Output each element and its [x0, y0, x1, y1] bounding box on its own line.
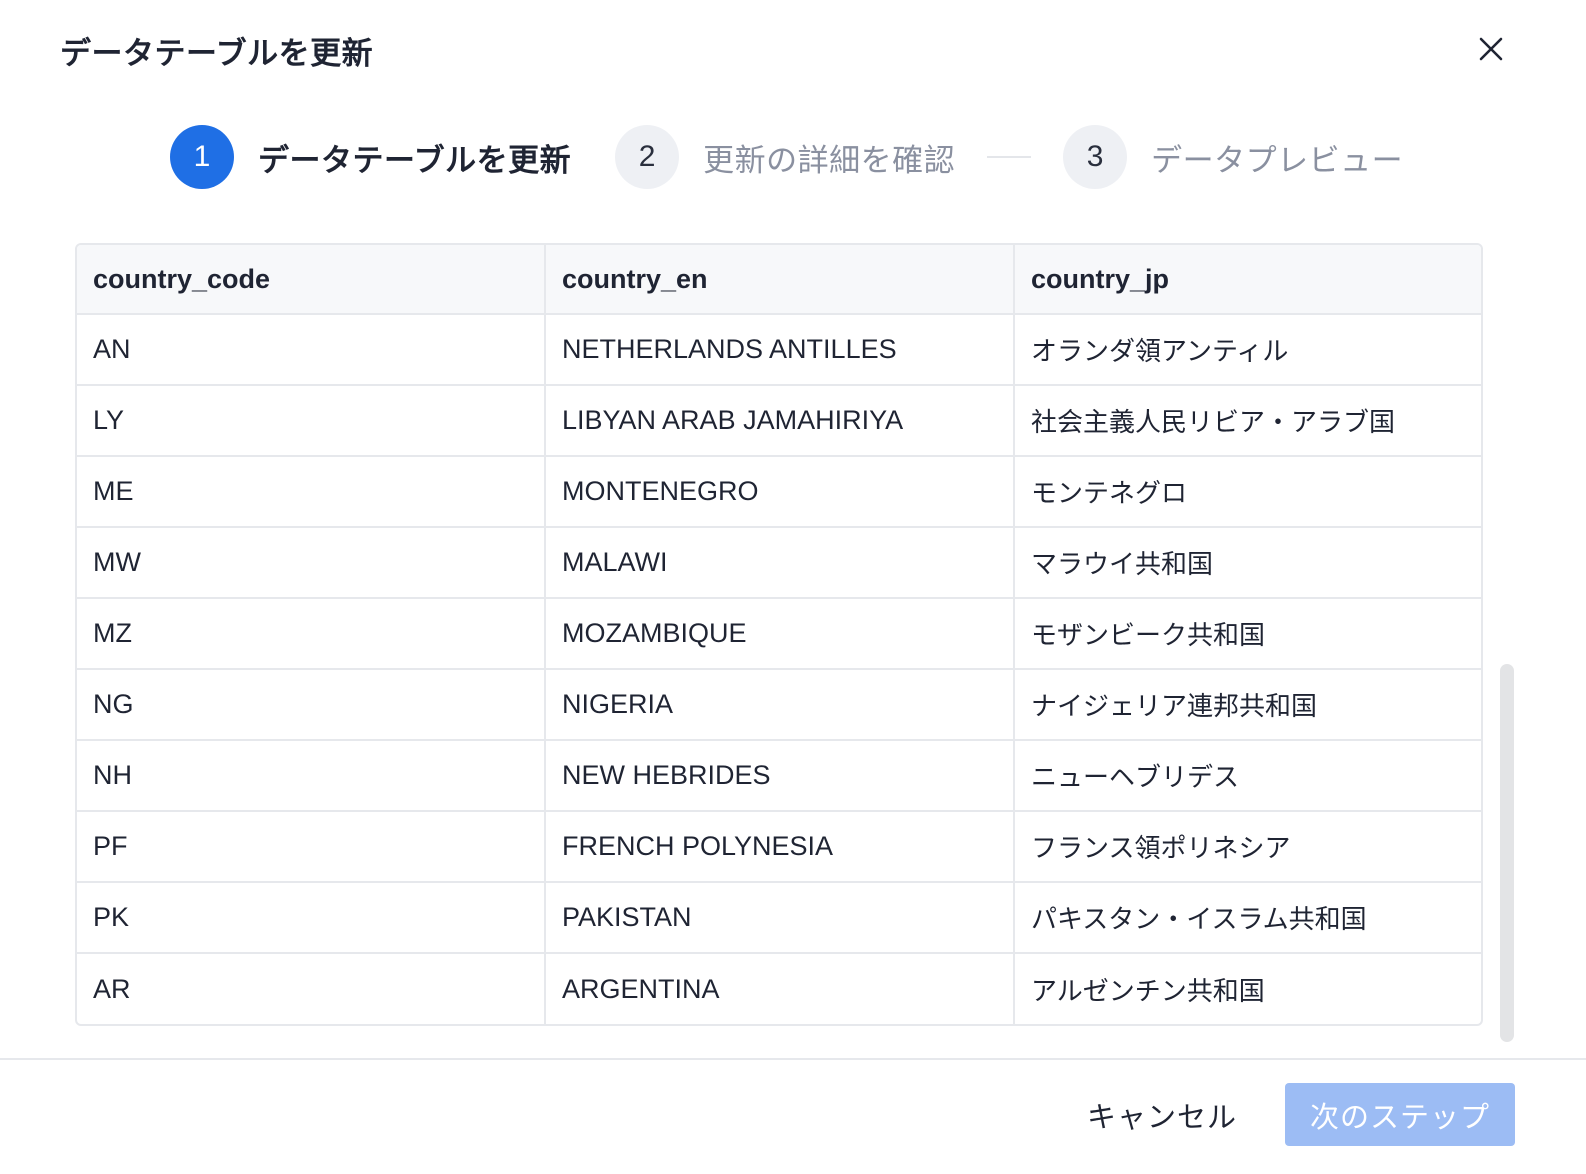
table-cell-country-code: MW [77, 527, 546, 599]
table-cell-country-jp: ナイジェリア連邦共和国 [1014, 669, 1481, 741]
step-2-number: 2 [615, 125, 680, 189]
table-cell-country-jp: フランス領ポリネシア [1014, 811, 1481, 883]
table-cell-country-en: MOZAMBIQUE [545, 598, 1015, 670]
table-row: LY LIBYAN ARAB JAMAHIRIYA 社会主義人民リビア・アラブ国 [77, 385, 1481, 457]
table-header-row: country_code country_en country_jp [77, 245, 1481, 315]
table-cell-country-code: NG [77, 669, 546, 741]
table-row: PK PAKISTAN パキスタン・イスラム共和国 [77, 882, 1481, 954]
step-1: 1 データテーブルを更新 [170, 125, 571, 189]
table-cell-country-jp: アルゼンチン共和国 [1031, 976, 1265, 1007]
table-cell-country-en: NIGERIA [545, 669, 1015, 741]
table-cell-country-code: MZ [77, 598, 546, 670]
table-cell-country-en: MALAWI [545, 527, 1015, 599]
table-cell-country-en: NEW HEBRIDES [545, 740, 1015, 812]
step-3-label: データプレビュー [1151, 142, 1404, 179]
table-cell-country-jp: ニューヘブリデス [1014, 740, 1481, 812]
table-row: AR ARGENTINA アルゼンチン共和国 [77, 953, 1481, 1024]
close-icon [1479, 37, 1503, 61]
step-2-label: 更新の詳細を確認 [703, 142, 956, 179]
table-cell-country-en: NETHERLANDS ANTILLES [545, 314, 1015, 386]
close-button[interactable] [1470, 28, 1512, 70]
data-preview-table: country_code country_en country_jp AN NET… [75, 243, 1483, 1026]
table-row: MW MALAWI マラウイ共和国 [77, 527, 1481, 599]
table-body: AN NETHERLANDS ANTILLES オランダ領アンティル LY LIBYAN… [77, 314, 1481, 1024]
table-row: PF FRENCH POLYNESIA フランス領ポリネシア [77, 811, 1481, 883]
table-cell-country-en: LIBYAN ARAB JAMAHIRIYA [545, 385, 1015, 457]
table-cell-country-jp: モンテネグロ [1014, 456, 1481, 528]
table-cell-country-code: AR [77, 953, 546, 1024]
table-cell-country-jp: マラウイ共和国 [1014, 527, 1481, 599]
column-header-country-en: country_en [545, 245, 1015, 315]
footer-divider [0, 1058, 1586, 1060]
step-connector [987, 156, 1032, 158]
step-2: 2 更新の詳細を確認 [615, 125, 955, 189]
table-row: ME MONTENEGRO モンテネグロ [77, 456, 1481, 528]
column-header-country-jp: country_jp [1014, 245, 1481, 315]
step-1-number: 1 [170, 125, 234, 189]
table-row: MZ MOZAMBIQUE モザンビーク共和国 [77, 598, 1481, 670]
step-3: 3 データプレビュー [1063, 125, 1403, 189]
table-cell-country-jp: モザンビーク共和国 [1014, 598, 1481, 670]
table-cell-country-code: PF [77, 811, 546, 883]
table-cell-country-en: PAKISTAN [545, 882, 1015, 954]
table-row: AN NETHERLANDS ANTILLES オランダ領アンティル [77, 314, 1481, 386]
table-row: NH NEW HEBRIDES ニューヘブリデス [77, 740, 1481, 812]
column-header-country-code: country_code [77, 245, 546, 315]
table-cell-country-code: ME [77, 456, 546, 528]
table-cell-country-jp: パキスタン・イスラム共和国 [1014, 882, 1481, 954]
table-cell-country-jp: 社会主義人民リビア・アラブ国 [1014, 385, 1481, 457]
table-cell-country-code: NH [77, 740, 546, 812]
table-cell-country-en: MONTENEGRO [545, 456, 1015, 528]
cancel-button[interactable]: キャンセル [1078, 1084, 1246, 1146]
table-cell-country-code: PK [77, 882, 546, 954]
table-cell-country-code: LY [77, 385, 546, 457]
update-data-table-dialog: データテーブルを更新 1 データテーブルを更新 2 更新の詳細を確認 3 データ… [0, 0, 1586, 1174]
table-cell-country-en: ARGENTINA [545, 953, 1015, 1024]
step-3-number: 3 [1063, 125, 1128, 189]
table-row: NG NIGERIA ナイジェリア連邦共和国 [77, 669, 1481, 741]
next-step-button[interactable]: 次のステップ [1285, 1083, 1515, 1146]
table-cell-country-en: FRENCH POLYNESIA [545, 811, 1015, 883]
table-scrollbar[interactable] [1500, 664, 1514, 1042]
dialog-title: データテーブルを更新 [60, 36, 374, 72]
step-1-label: データテーブルを更新 [258, 142, 572, 179]
table-cell-country-jp: オランダ領アンティル [1014, 314, 1481, 386]
stepper: 1 データテーブルを更新 2 更新の詳細を確認 3 データプレビュー [170, 125, 1403, 189]
table-cell-country-code: AN [77, 314, 546, 386]
